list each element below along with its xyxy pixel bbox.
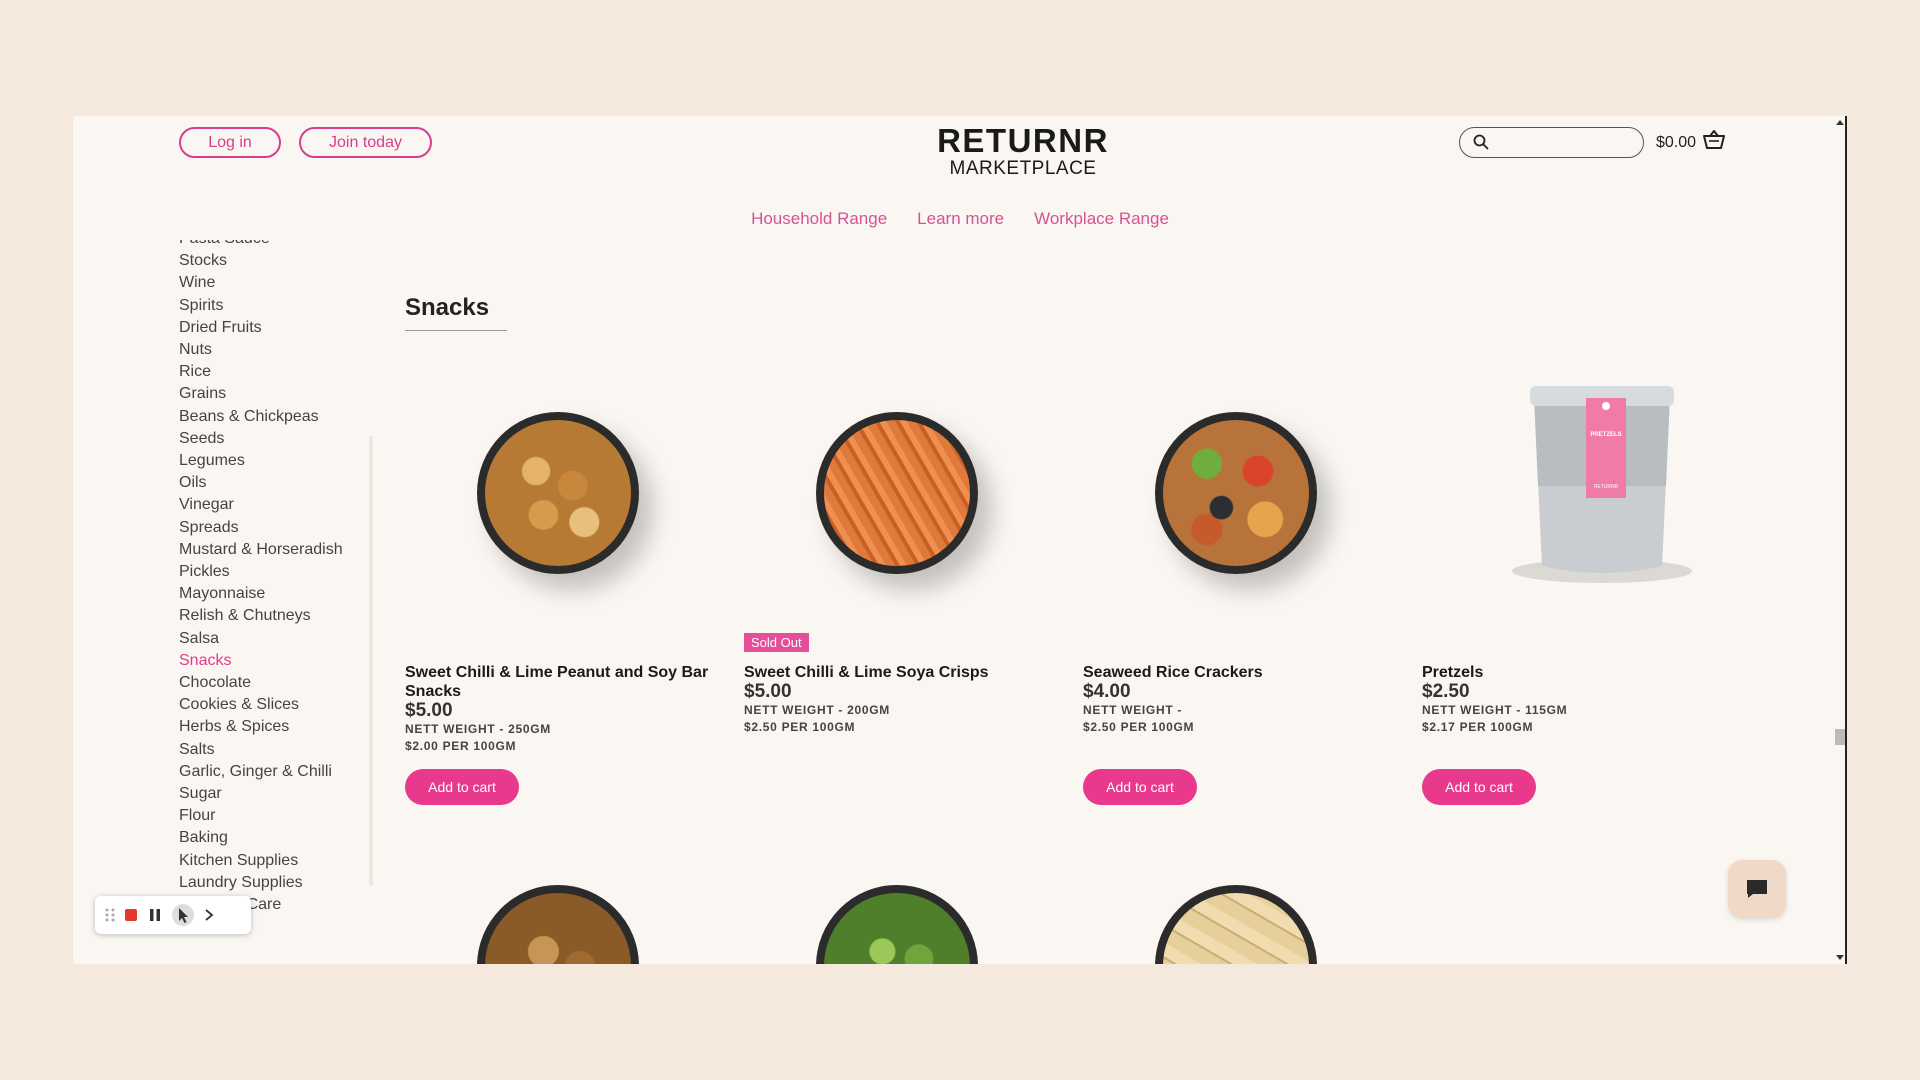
category-item[interactable]: Oils bbox=[179, 472, 343, 494]
category-item[interactable]: Salts bbox=[179, 739, 343, 761]
category-item[interactable]: Mayonnaise bbox=[179, 583, 343, 605]
nav-workplace-range[interactable]: Workplace Range bbox=[1034, 209, 1169, 229]
site-logo[interactable]: RETURNR MARKETPLACE bbox=[833, 124, 1213, 180]
sold-out-badge: Sold Out bbox=[744, 633, 809, 652]
main-nav: Household Range Learn more Workplace Ran… bbox=[73, 209, 1847, 229]
product-name[interactable]: Pretzels bbox=[1422, 663, 1732, 682]
category-item[interactable]: Baking bbox=[179, 827, 343, 849]
category-item[interactable]: Relish & Chutneys bbox=[179, 605, 343, 627]
product-name[interactable]: Seaweed Rice Crackers bbox=[1083, 663, 1393, 682]
category-item[interactable]: Legumes bbox=[179, 450, 343, 472]
category-sidebar[interactable]: Pasta Sauce Stocks Wine Spirits Dried Fr… bbox=[179, 240, 369, 940]
product-unit-price: $2.50 PER 100GM bbox=[1083, 720, 1195, 734]
category-item[interactable]: Kitchen Supplies bbox=[179, 850, 343, 872]
search-icon bbox=[1473, 134, 1489, 155]
scroll-up-icon[interactable] bbox=[1836, 120, 1844, 125]
category-item[interactable]: Flour bbox=[179, 805, 343, 827]
login-button[interactable]: Log in bbox=[179, 127, 281, 158]
product-image[interactable]: PRETZELS RETURNR bbox=[1422, 346, 1722, 626]
product-weight: NETT WEIGHT - 115GM bbox=[1422, 703, 1568, 717]
category-item-active[interactable]: Snacks bbox=[179, 650, 343, 672]
add-to-cart-button[interactable]: Add to cart bbox=[1422, 769, 1536, 805]
product-price: $4.00 bbox=[1083, 681, 1131, 702]
product-price: $2.50 bbox=[1422, 681, 1470, 702]
chat-icon bbox=[1747, 880, 1767, 898]
bowl-image bbox=[477, 412, 639, 574]
product-image[interactable] bbox=[744, 346, 1044, 626]
product-image-next-row[interactable] bbox=[477, 885, 639, 964]
category-item[interactable]: Seeds bbox=[179, 428, 343, 450]
product-image-next-row[interactable] bbox=[1155, 885, 1317, 964]
logo-subtitle: MARKETPLACE bbox=[949, 158, 1097, 179]
product-unit-price: $2.00 PER 100GM bbox=[405, 739, 517, 753]
cart-total: $0.00 bbox=[1656, 133, 1697, 151]
search-input[interactable] bbox=[1459, 127, 1644, 158]
sidebar-scrollbar[interactable] bbox=[369, 436, 373, 886]
category-item[interactable]: Herbs & Spices bbox=[179, 716, 343, 738]
scroll-thumb[interactable] bbox=[1835, 729, 1845, 745]
page-scrollbar[interactable] bbox=[1833, 116, 1847, 964]
product-price: $5.00 bbox=[405, 700, 453, 721]
logo-wordmark: RETURNR bbox=[937, 122, 1109, 159]
product-name[interactable]: Sweet Chilli & Lime Peanut and Soy Bar S… bbox=[405, 663, 715, 701]
nav-learn-more[interactable]: Learn more bbox=[917, 209, 1004, 229]
product-image-next-row[interactable] bbox=[816, 885, 978, 964]
tag-brand: RETURNR bbox=[1594, 484, 1619, 490]
category-item[interactable]: Cookies & Slices bbox=[179, 694, 343, 716]
category-item[interactable]: Salsa bbox=[179, 628, 343, 650]
product-image[interactable] bbox=[405, 346, 705, 626]
scroll-down-icon[interactable] bbox=[1836, 955, 1844, 960]
category-item[interactable]: Wine bbox=[179, 272, 343, 294]
cursor-icon[interactable] bbox=[171, 903, 195, 927]
page-title: Snacks bbox=[405, 294, 490, 321]
recorder-toolbar bbox=[95, 896, 251, 934]
category-item[interactable]: Dried Fruits bbox=[179, 317, 343, 339]
category-item[interactable]: Spreads bbox=[179, 517, 343, 539]
product-image[interactable] bbox=[1083, 346, 1383, 626]
product-weight: NETT WEIGHT - bbox=[1083, 703, 1183, 717]
product-info: Seaweed Rice Crackers $4.00 NETT WEIGHT … bbox=[1083, 663, 1393, 736]
bowl-image bbox=[816, 412, 978, 574]
product-info: Sweet Chilli & Lime Soya Crisps $5.00 NE… bbox=[744, 663, 1054, 736]
category-item[interactable]: Garlic, Ginger & Chilli bbox=[179, 761, 343, 783]
nav-household-range[interactable]: Household Range bbox=[751, 209, 887, 229]
category-item[interactable]: Grains bbox=[179, 383, 343, 405]
category-item[interactable]: Stocks bbox=[179, 250, 343, 272]
category-item[interactable]: Mustard & Horseradish bbox=[179, 539, 343, 561]
container-image: PRETZELS RETURNR bbox=[1512, 386, 1692, 583]
tag-label: PRETZELS bbox=[1590, 432, 1621, 438]
category-item[interactable]: Vinegar bbox=[179, 494, 343, 516]
product-weight: NETT WEIGHT - 250GM bbox=[405, 722, 551, 736]
cart-button[interactable]: $0.00 bbox=[1656, 129, 1726, 155]
product-price: $5.00 bbox=[744, 681, 792, 702]
browser-viewport: Log in Join today RETURNR MARKETPLACE $0… bbox=[73, 116, 1847, 964]
basket-icon bbox=[1702, 129, 1726, 155]
add-to-cart-button[interactable]: Add to cart bbox=[1083, 769, 1197, 805]
category-item[interactable]: Nuts bbox=[179, 339, 343, 361]
category-item[interactable]: Pickles bbox=[179, 561, 343, 583]
product-name[interactable]: Sweet Chilli & Lime Soya Crisps bbox=[744, 663, 1054, 682]
product-unit-price: $2.50 PER 100GM bbox=[744, 720, 856, 734]
drag-handle-icon[interactable] bbox=[105, 907, 115, 923]
join-today-button[interactable]: Join today bbox=[299, 127, 432, 158]
product-info: Pretzels $2.50 NETT WEIGHT - 115GM $2.17… bbox=[1422, 663, 1732, 736]
pause-icon[interactable] bbox=[147, 907, 163, 923]
product-info: Sweet Chilli & Lime Peanut and Soy Bar S… bbox=[405, 663, 715, 755]
title-underline bbox=[405, 330, 507, 331]
category-item[interactable]: Laundry Supplies bbox=[179, 872, 343, 894]
bowl-image bbox=[1155, 412, 1317, 574]
stop-icon[interactable] bbox=[123, 907, 139, 923]
product-weight: NETT WEIGHT - 200GM bbox=[744, 703, 890, 717]
product-unit-price: $2.17 PER 100GM bbox=[1422, 720, 1534, 734]
category-item[interactable]: Rice bbox=[179, 361, 343, 383]
chat-button[interactable] bbox=[1728, 860, 1786, 918]
category-item[interactable]: Pasta Sauce bbox=[179, 240, 343, 250]
category-item[interactable]: Sugar bbox=[179, 783, 343, 805]
category-item[interactable]: Beans & Chickpeas bbox=[179, 406, 343, 428]
chevron-right-icon[interactable] bbox=[203, 907, 215, 923]
category-item[interactable]: Spirits bbox=[179, 295, 343, 317]
add-to-cart-button[interactable]: Add to cart bbox=[405, 769, 519, 805]
category-item[interactable]: Chocolate bbox=[179, 672, 343, 694]
